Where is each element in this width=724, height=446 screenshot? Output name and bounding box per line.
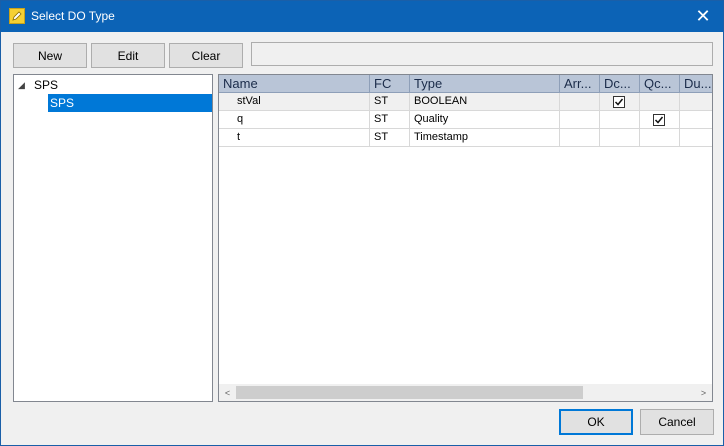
status-field bbox=[251, 42, 713, 66]
cell-type: Quality bbox=[410, 111, 560, 129]
horizontal-scrollbar[interactable]: < > bbox=[219, 384, 712, 401]
table-row[interactable]: q ST Quality bbox=[219, 111, 712, 129]
column-header-array[interactable]: Arr... bbox=[560, 75, 600, 93]
cell-dchg bbox=[600, 111, 640, 129]
tree-child-label: SPS bbox=[50, 96, 75, 110]
window-title: Select DO Type bbox=[31, 9, 115, 23]
column-header-qchg[interactable]: Qc... bbox=[640, 75, 680, 93]
column-header-name[interactable]: Name bbox=[219, 75, 370, 93]
cell-type: BOOLEAN bbox=[410, 93, 560, 111]
cell-dupd bbox=[680, 111, 712, 129]
pencil-icon bbox=[9, 8, 25, 24]
column-header-fc[interactable]: FC bbox=[370, 75, 410, 93]
qchg-checkbox[interactable] bbox=[653, 114, 665, 126]
cell-fc: ST bbox=[370, 129, 410, 147]
clear-button[interactable]: Clear bbox=[169, 43, 243, 68]
cell-array bbox=[560, 129, 600, 147]
new-button[interactable]: New bbox=[13, 43, 87, 68]
cell-array bbox=[560, 111, 600, 129]
title-bar[interactable]: Select DO Type ✕ bbox=[1, 1, 723, 32]
attribute-grid[interactable]: Name FC Type Arr... Dc... Qc... Du... st… bbox=[218, 74, 713, 402]
grid-header: Name FC Type Arr... Dc... Qc... Du... bbox=[219, 75, 712, 93]
scroll-thumb[interactable] bbox=[236, 386, 583, 399]
cell-dchg bbox=[600, 93, 640, 111]
tree-node-root[interactable]: ◢ SPS bbox=[14, 77, 210, 95]
table-row[interactable]: stVal ST BOOLEAN bbox=[219, 93, 712, 111]
cell-name: q bbox=[219, 111, 370, 129]
select-do-type-dialog: Select DO Type ✕ New Edit Clear ◢ SPS SP… bbox=[0, 0, 724, 446]
cell-dupd bbox=[680, 129, 712, 147]
cell-qchg bbox=[640, 111, 680, 129]
cell-fc: ST bbox=[370, 93, 410, 111]
cell-type: Timestamp bbox=[410, 129, 560, 147]
close-icon[interactable]: ✕ bbox=[683, 1, 723, 32]
scroll-right-icon[interactable]: > bbox=[695, 384, 712, 401]
cell-array bbox=[560, 93, 600, 111]
cancel-button[interactable]: Cancel bbox=[640, 409, 714, 435]
cell-dchg bbox=[600, 129, 640, 147]
cell-name: stVal bbox=[219, 93, 370, 111]
ok-button[interactable]: OK bbox=[559, 409, 633, 435]
tree-node-selected[interactable]: SPS bbox=[48, 94, 212, 112]
column-header-dupd[interactable]: Du... bbox=[680, 75, 712, 93]
scroll-left-icon[interactable]: < bbox=[219, 384, 236, 401]
column-header-type[interactable]: Type bbox=[410, 75, 560, 93]
table-row[interactable]: t ST Timestamp bbox=[219, 129, 712, 147]
cell-qchg bbox=[640, 129, 680, 147]
cell-dupd bbox=[680, 93, 712, 111]
expand-arrow-icon[interactable]: ◢ bbox=[18, 80, 25, 91]
column-header-dchg[interactable]: Dc... bbox=[600, 75, 640, 93]
tree-root-label: SPS bbox=[34, 78, 59, 92]
dchg-checkbox[interactable] bbox=[613, 96, 625, 108]
edit-button[interactable]: Edit bbox=[91, 43, 165, 68]
cell-qchg bbox=[640, 93, 680, 111]
cell-fc: ST bbox=[370, 111, 410, 129]
cell-name: t bbox=[219, 129, 370, 147]
type-tree[interactable]: ◢ SPS SPS bbox=[13, 74, 213, 402]
